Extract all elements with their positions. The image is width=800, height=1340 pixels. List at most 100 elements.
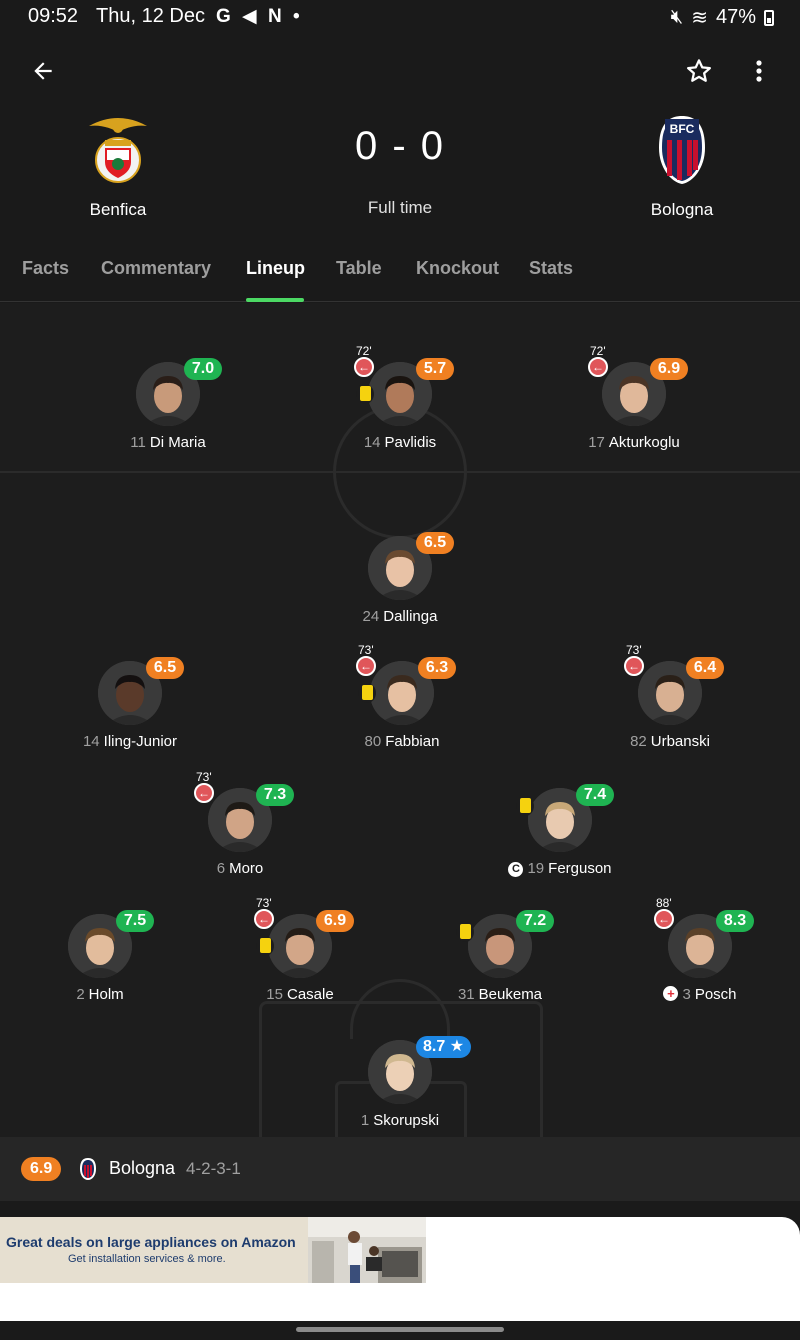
player-card[interactable]: 5.7 72' ← 14 Pavlidis <box>300 344 500 458</box>
player-label: 14 Pavlidis <box>300 434 500 451</box>
player-number: 2 <box>76 986 85 1003</box>
player-card[interactable]: 7.3 73' ← 6 Moro <box>140 770 340 884</box>
player-name: Akturkoglu <box>608 434 680 451</box>
player-number: 31 <box>457 986 475 1003</box>
player-name: Beukema <box>478 986 543 1003</box>
substitution-out-icon: ← <box>354 357 374 377</box>
svg-text:BFC: BFC <box>670 122 695 136</box>
bologna-crest-icon: BFC <box>647 112 717 186</box>
team-formation: 4-2-3-1 <box>186 1159 241 1178</box>
home-team[interactable]: Benfica <box>38 112 198 220</box>
ad-banner[interactable]: Great deals on large appliances on Amazo… <box>0 1217 426 1283</box>
system-nav-handle[interactable] <box>296 1327 504 1332</box>
more-options-button[interactable] <box>744 56 774 96</box>
player-label: 14 Iling-Junior <box>30 733 230 750</box>
player-label: 15 Casale <box>200 986 400 1003</box>
substitution-out-icon: ← <box>194 783 214 803</box>
player-rating-badge: 8.7 ★ <box>416 1036 472 1058</box>
substitution-minute: 73' <box>358 643 374 657</box>
tab-stats[interactable]: Stats <box>529 258 573 279</box>
player-number: 17 <box>588 434 605 451</box>
player-name: Posch <box>694 986 737 1003</box>
substitution-minute: 72' <box>356 344 372 358</box>
player-name: Dallinga <box>383 608 438 625</box>
player-name: Moro <box>229 860 264 877</box>
player-card[interactable]: 7.4 C 19 Ferguson <box>460 774 660 884</box>
player-name: Fabbian <box>385 733 440 750</box>
ad-subtitle: Get installation services & more. <box>68 1253 226 1265</box>
arrow-left-icon <box>34 62 52 80</box>
player-card[interactable]: 8.7 ★ 1 Skorupski <box>300 1026 500 1136</box>
ad-kitchen-image <box>308 1217 426 1283</box>
substitution-out-icon: ← <box>588 357 608 377</box>
player-label: 24 Dallinga <box>300 608 500 625</box>
substitution-out-icon: ← <box>254 909 274 929</box>
team-summary-bar[interactable]: 6.9 Bologna 4-2-3-1 <box>0 1137 800 1201</box>
substitution-minute: 88' <box>656 896 672 910</box>
player-rating-badge: 5.7 <box>416 358 454 380</box>
player-rating-badge: 6.9 <box>316 910 354 932</box>
player-number: 3 <box>682 986 691 1003</box>
player-label: 2 Holm <box>0 986 200 1003</box>
player-rating-badge: 6.9 <box>650 358 688 380</box>
player-card[interactable]: 6.9 73' ← 15 Casale <box>200 896 400 1010</box>
tab-facts[interactable]: Facts <box>22 258 69 279</box>
player-rating-badge: 7.4 <box>576 784 614 806</box>
tab-table[interactable]: Table <box>336 258 382 279</box>
player-label: 31 Beukema <box>400 986 600 1003</box>
player-name: Iling-Junior <box>103 733 178 750</box>
status-date: Thu, 12 Dec <box>96 5 205 27</box>
player-rating-badge: 7.0 <box>184 358 222 380</box>
favorite-button[interactable] <box>684 56 724 96</box>
substitution-minute: 73' <box>196 770 212 784</box>
player-card[interactable]: 6.9 72' ← 17 Akturkoglu <box>534 344 734 458</box>
player-name: Casale <box>286 986 334 1003</box>
substitution-out-icon: ← <box>356 656 376 676</box>
top-bar <box>0 50 800 100</box>
player-label: 82 Urbanski <box>570 733 770 750</box>
more-vert-icon <box>756 60 762 82</box>
player-card[interactable]: 7.2 31 Beukema <box>400 900 600 1010</box>
player-name: Ferguson <box>548 860 612 877</box>
bologna-mini-crest-icon <box>78 1157 98 1181</box>
player-label: 11 Di Maria <box>68 434 268 451</box>
player-card[interactable]: 6.4 73' ← 82 Urbanski <box>570 643 770 757</box>
status-right: 🔇︎ ≋ 47% <box>671 5 774 30</box>
player-rating-badge: 6.5 <box>146 657 184 679</box>
player-card[interactable]: 6.5 14 Iling-Junior <box>30 647 230 757</box>
player-name: Holm <box>88 986 124 1003</box>
away-team[interactable]: BFC Bologna <box>602 112 762 220</box>
substitution-minute: 73' <box>256 896 272 910</box>
player-card[interactable]: 6.3 73' ← 80 Fabbian <box>302 643 502 757</box>
benfica-crest-icon <box>83 112 153 186</box>
yellow-card-icon <box>516 796 534 816</box>
player-rating-badge: 6.5 <box>416 532 454 554</box>
ad-title: Great deals on large appliances on Amazo… <box>6 1234 296 1250</box>
player-card[interactable]: 7.0 11 Di Maria <box>68 348 268 458</box>
team-bar-name: Bologna <box>109 1158 176 1178</box>
player-name: Skorupski <box>373 1112 440 1129</box>
away-team-name: Bologna <box>650 200 714 219</box>
player-number: 11 <box>130 434 146 451</box>
substitution-out-icon: ← <box>624 656 644 676</box>
back-button[interactable] <box>30 58 70 92</box>
active-tab-indicator <box>246 298 304 302</box>
notification-icons: G ◀ N • <box>216 6 303 27</box>
player-rating-badge: 8.3 <box>716 910 754 932</box>
tab-commentary[interactable]: Commentary <box>101 258 211 279</box>
player-card[interactable]: 7.5 2 Holm <box>0 900 200 1010</box>
player-rating-badge: 6.3 <box>418 657 456 679</box>
tab-knockout[interactable]: Knockout <box>416 258 499 279</box>
player-label: 17 Akturkoglu <box>534 434 734 451</box>
player-label: 80 Fabbian <box>302 733 502 750</box>
player-card[interactable]: 6.5 24 Dallinga <box>300 522 500 632</box>
player-label: +3 Posch <box>600 986 800 1003</box>
player-number: 15 <box>266 986 283 1003</box>
tab-lineup[interactable]: Lineup <box>246 258 305 279</box>
player-name: Urbanski <box>650 733 710 750</box>
player-card[interactable]: 8.3 88' ← +3 Posch <box>600 896 800 1010</box>
battery-icon <box>764 9 774 26</box>
wifi-icon: ≋ <box>691 7 708 29</box>
player-rating-badge: 7.3 <box>256 784 294 806</box>
injury-icon: + <box>663 986 679 1001</box>
